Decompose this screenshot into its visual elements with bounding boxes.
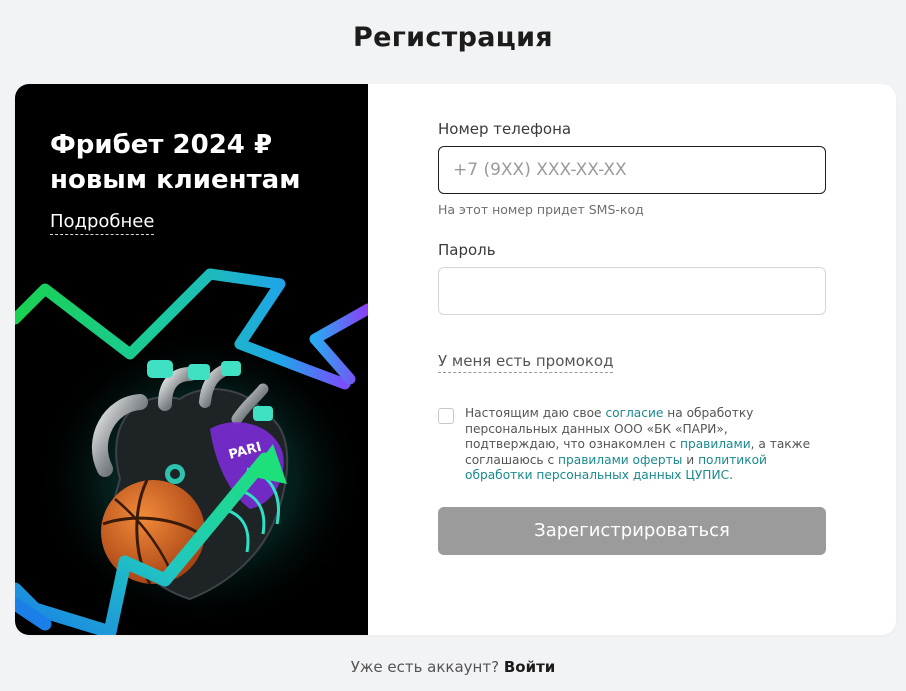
- login-prompt: Уже есть аккаунт? Войти: [0, 658, 906, 676]
- promo-code-link[interactable]: У меня есть промокод: [438, 352, 614, 373]
- consent-link[interactable]: согласие: [605, 406, 663, 420]
- page-title: Регистрация: [353, 22, 553, 53]
- consent-text: Настоящим даю свое согласие на обработку…: [465, 406, 825, 484]
- promo-title-line2: новым клиентам: [50, 165, 301, 195]
- consent-text-part: и: [682, 452, 699, 467]
- phone-hint: На этот номер придет SMS-код: [438, 202, 644, 217]
- rules-link[interactable]: правилами: [680, 437, 751, 451]
- consent-text-part: Настоящим даю свое: [465, 406, 606, 420]
- promo-title-line1: Фрибет 2024 ₽: [50, 130, 273, 160]
- register-button[interactable]: Зарегистрироваться: [438, 507, 826, 555]
- password-input[interactable]: [438, 267, 826, 315]
- promo-banner[interactable]: PARI Фрибет 2024 ₽ новым клиентам Подроб…: [15, 84, 368, 635]
- promo-more-link[interactable]: Подробнее: [50, 211, 155, 235]
- registration-form: Номер телефона +7 (9XX) XXX-XX-XX На это…: [438, 84, 826, 635]
- phone-input[interactable]: +7 (9XX) XXX-XX-XX: [438, 146, 826, 194]
- offer-rules-link[interactable]: правилами оферты: [558, 453, 682, 467]
- consent-text-part: .: [729, 468, 733, 483]
- login-link[interactable]: Войти: [504, 658, 555, 676]
- password-label: Пароль: [438, 241, 496, 259]
- consent-checkbox[interactable]: [438, 408, 454, 424]
- login-question: Уже есть аккаунт?: [350, 658, 500, 676]
- registration-card: PARI Фрибет 2024 ₽ новым клиентам Подроб…: [15, 84, 896, 635]
- promo-title: Фрибет 2024 ₽ новым клиентам: [50, 128, 350, 198]
- phone-label: Номер телефона: [438, 120, 572, 138]
